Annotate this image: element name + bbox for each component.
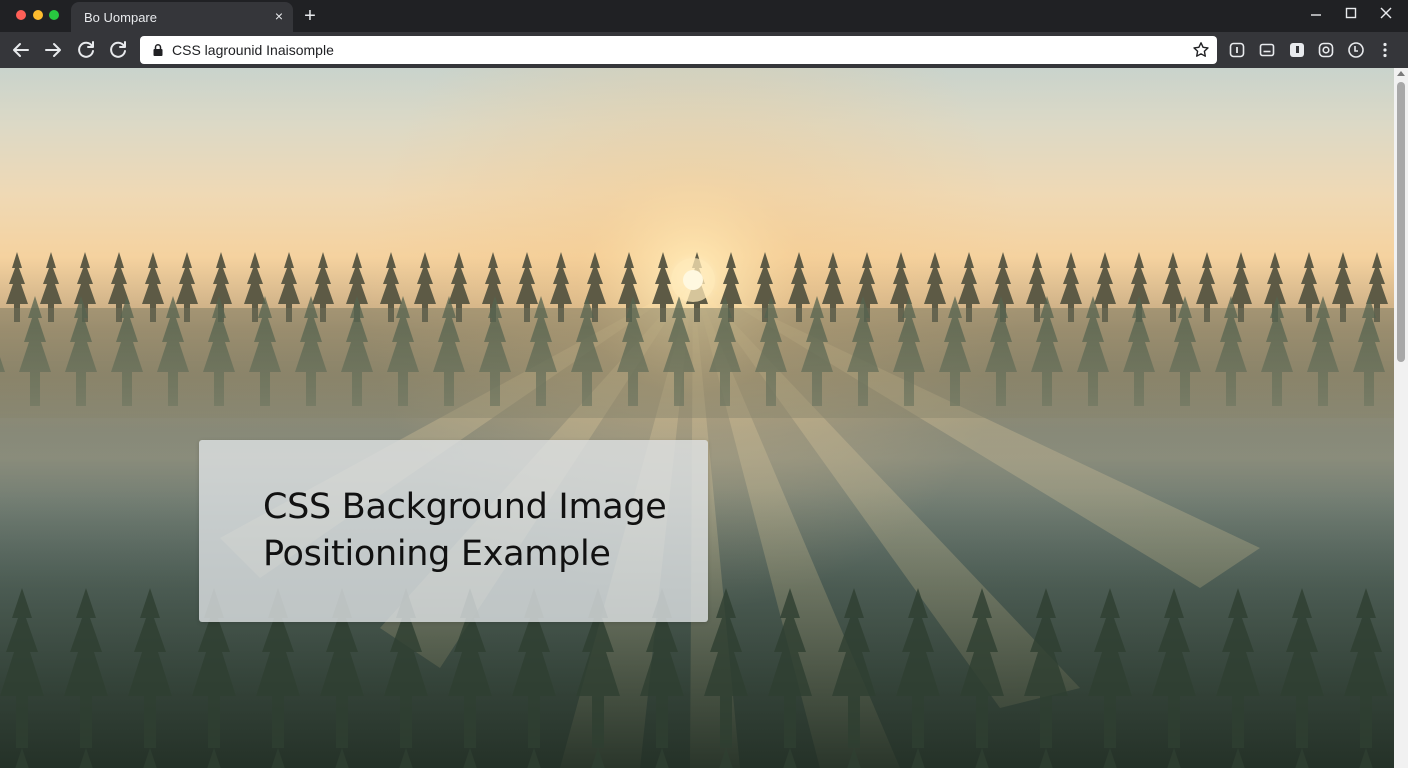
minimize-icon[interactable] xyxy=(1304,4,1328,24)
close-window-dot[interactable] xyxy=(16,10,26,20)
address-bar[interactable]: CSS lagrounid Inaisomple xyxy=(140,36,1217,64)
url-text[interactable]: CSS lagrounid Inaisomple xyxy=(172,42,334,58)
close-icon[interactable] xyxy=(1374,4,1398,24)
active-tab[interactable]: Bo Uompare × xyxy=(71,2,293,32)
tab-strip: Bo Uompare × + xyxy=(0,0,1408,32)
page-title: CSS Background Image Positioning Example xyxy=(263,484,683,578)
close-tab-icon[interactable]: × xyxy=(271,8,287,24)
ext-shield-icon[interactable] xyxy=(1288,41,1306,59)
more-icon[interactable] xyxy=(1376,41,1394,59)
sun xyxy=(683,270,703,290)
arrow-left-icon[interactable] xyxy=(9,38,33,62)
page-viewport: CSS Background Image Positioning Example xyxy=(0,68,1394,768)
tab-title: Bo Uompare xyxy=(84,10,157,25)
scroll-up-icon[interactable] xyxy=(1397,71,1405,76)
scrollbar-thumb[interactable] xyxy=(1397,82,1405,362)
ext-info-icon[interactable] xyxy=(1228,41,1246,59)
maximize-icon[interactable] xyxy=(1339,4,1363,24)
page-title-line-1: CSS Background Image xyxy=(263,487,667,527)
forest-sunrise-background xyxy=(0,68,1394,768)
new-tab-button[interactable]: + xyxy=(300,5,320,27)
arrow-right-icon[interactable] xyxy=(41,38,65,62)
ext-clock-icon[interactable] xyxy=(1347,41,1365,59)
maximize-window-dot[interactable] xyxy=(49,10,59,20)
lock-icon[interactable] xyxy=(151,43,165,57)
browser-toolbar: CSS lagrounid Inaisomple xyxy=(0,32,1408,68)
star-icon[interactable] xyxy=(1192,41,1210,59)
ext-window-icon[interactable] xyxy=(1258,41,1276,59)
minimize-window-dot[interactable] xyxy=(33,10,43,20)
refresh-icon[interactable] xyxy=(74,38,98,62)
reload-icon[interactable] xyxy=(106,38,130,62)
ext-target-icon[interactable] xyxy=(1317,41,1335,59)
vertical-scrollbar[interactable] xyxy=(1394,68,1408,768)
page-title-line-2: Positioning Example xyxy=(263,534,611,574)
content-card: CSS Background Image Positioning Example xyxy=(199,440,708,622)
